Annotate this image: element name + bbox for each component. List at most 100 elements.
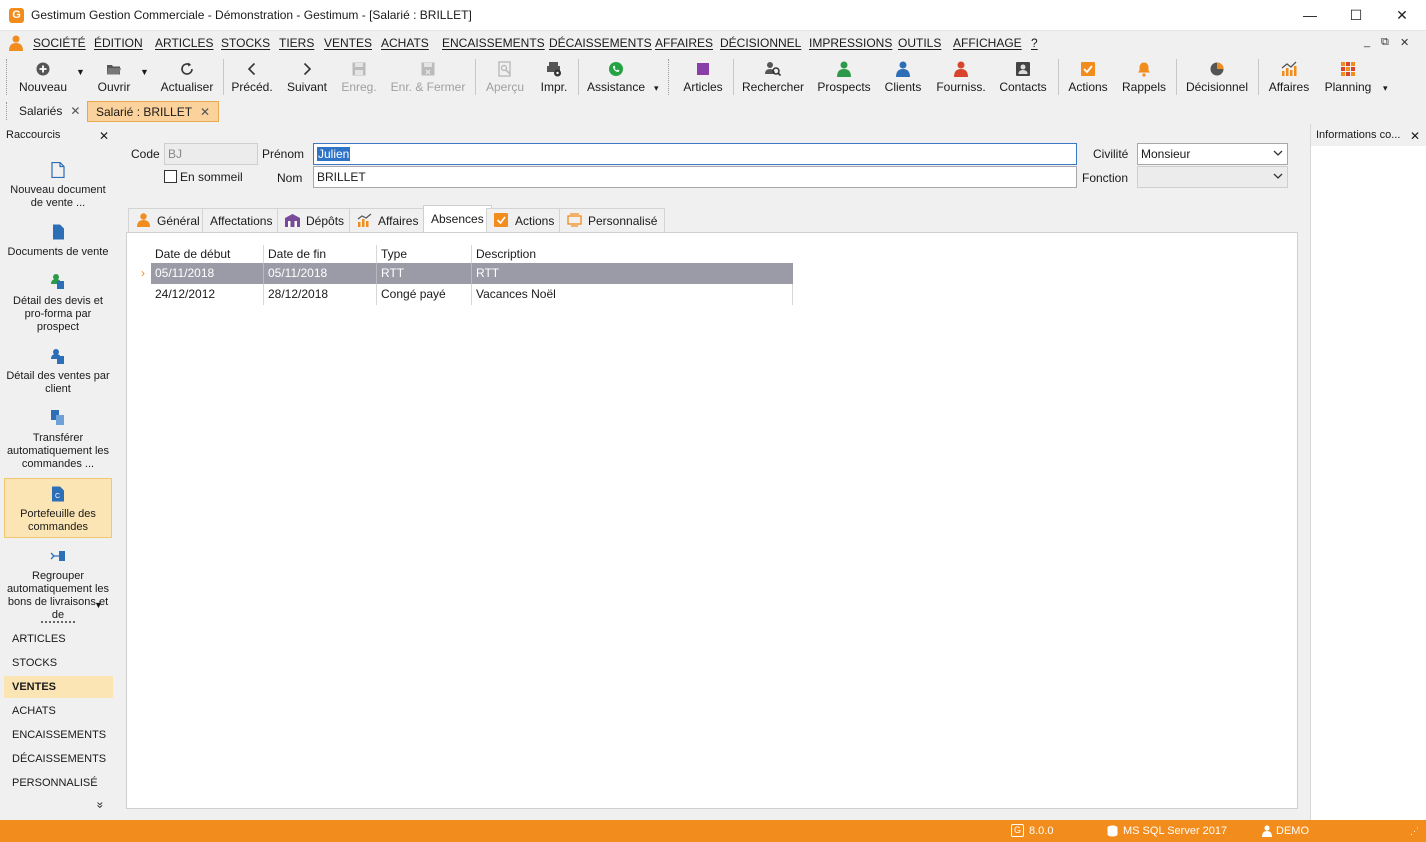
cell-date-debut[interactable]: 05/11/2018 xyxy=(151,263,264,284)
minimize-button[interactable]: — xyxy=(1287,0,1333,31)
precedent-button[interactable]: Précéd. xyxy=(228,56,276,98)
category-stocks[interactable]: STOCKS xyxy=(4,652,113,674)
nom-input[interactable]: BRILLET xyxy=(313,166,1077,188)
shortcut-documents-vente[interactable]: Documents de vente xyxy=(4,224,112,259)
menu-decaissements[interactable]: DÉCAISSEMENTS xyxy=(549,36,652,50)
contacts-button[interactable]: Contacts xyxy=(995,56,1051,98)
tab-salarie-brillet[interactable]: Salarié : BRILLET ✕ xyxy=(87,101,220,122)
column-header-description[interactable]: Description xyxy=(472,245,793,263)
menu-affichage[interactable]: AFFICHAGE xyxy=(953,36,1022,50)
toolbar-grip[interactable] xyxy=(6,59,9,95)
category-articles[interactable]: ARTICLES xyxy=(4,628,113,650)
menu-impressions[interactable]: IMPRESSIONS xyxy=(809,36,892,50)
menu-help[interactable]: ? xyxy=(1031,36,1038,50)
rappels-button[interactable]: Rappels xyxy=(1118,56,1170,98)
toolbar-overflow-icon[interactable]: ▾ xyxy=(1383,83,1388,94)
close-panel-icon[interactable]: ✕ xyxy=(1410,129,1420,143)
enregistrer-button[interactable]: Enreg. xyxy=(336,56,382,98)
suivant-button[interactable]: Suivant xyxy=(283,56,331,98)
toolbar-grip[interactable] xyxy=(668,59,671,95)
civilite-select[interactable]: Monsieur xyxy=(1137,143,1288,165)
prenom-input[interactable]: Julien xyxy=(313,143,1077,165)
fonction-select[interactable] xyxy=(1137,166,1288,188)
mdi-close-button[interactable]: ✕ xyxy=(1400,36,1409,49)
scroll-down-arrow-icon[interactable]: ▼ xyxy=(94,600,103,610)
menu-ventes[interactable]: VENTES xyxy=(324,36,372,50)
close-tab-icon[interactable]: ✕ xyxy=(70,104,80,118)
fournisseurs-button[interactable]: Fourniss. xyxy=(932,56,990,98)
category-decaissements[interactable]: DÉCAISSEMENTS xyxy=(4,748,113,770)
clients-button[interactable]: Clients xyxy=(880,56,926,98)
shortcut-detail-devis-proforma[interactable]: Détail des devis et pro-forma par prospe… xyxy=(4,273,112,334)
tab-salaries[interactable]: Salariés ✕ xyxy=(11,101,88,122)
ouvrir-dropdown-arrow-icon[interactable]: ▼ xyxy=(140,67,149,77)
menu-bar: SOCIÉTÉ ÉDITION ARTICLES STOCKS TIERS VE… xyxy=(0,31,1426,55)
planning-button[interactable]: Planning xyxy=(1320,56,1376,98)
shortcut-portefeuille-commandes[interactable]: C Portefeuille des commandes xyxy=(4,478,112,538)
cell-date-fin[interactable]: 28/12/2018 xyxy=(264,284,377,305)
tab-affectations[interactable]: Affectations xyxy=(202,208,281,232)
enregistrer-fermer-button[interactable]: Enr. & Fermer xyxy=(386,56,470,98)
category-ventes[interactable]: VENTES xyxy=(4,676,113,698)
apercu-button[interactable]: Aperçu xyxy=(480,56,530,98)
cell-description[interactable]: Vacances Noël xyxy=(472,284,793,305)
imprimer-button[interactable]: Impr. xyxy=(535,56,573,98)
mdi-restore-button[interactable]: ⧉ xyxy=(1381,36,1389,49)
menu-decisionnel[interactable]: DÉCISIONNEL xyxy=(720,36,801,50)
close-button[interactable]: ✕ xyxy=(1379,0,1425,31)
menu-achats[interactable]: ACHATS xyxy=(381,36,429,50)
category-encaissements[interactable]: ENCAISSEMENTS xyxy=(4,724,113,746)
menu-outils[interactable]: OUTILS xyxy=(898,36,941,50)
table-row[interactable]: 24/12/2012 28/12/2018 Congé payé Vacance… xyxy=(139,284,793,305)
affaires-button[interactable]: Affaires xyxy=(1263,56,1315,98)
category-personnalise[interactable]: PERSONNALISÉ xyxy=(4,772,113,794)
panel-splitter[interactable] xyxy=(41,621,75,623)
table-row[interactable]: › 05/11/2018 05/11/2018 RTT RTT xyxy=(139,263,793,284)
tab-actions[interactable]: Actions xyxy=(486,208,563,232)
menu-tiers[interactable]: TIERS xyxy=(279,36,314,50)
decisionnel-button[interactable]: Décisionnel xyxy=(1181,56,1253,98)
cell-date-fin[interactable]: 05/11/2018 xyxy=(264,263,377,284)
cell-description[interactable]: RTT xyxy=(472,263,793,284)
menu-encaissements[interactable]: ENCAISSEMENTS xyxy=(442,36,545,50)
code-field[interactable]: BJ xyxy=(164,143,258,165)
cell-type[interactable]: RTT xyxy=(377,263,472,284)
nouveau-button[interactable]: Nouveau xyxy=(14,56,72,98)
shortcut-detail-ventes-client[interactable]: Détail des ventes par client xyxy=(4,348,112,396)
row-indicator-icon: › xyxy=(141,266,145,280)
tab-affaires[interactable]: Affaires xyxy=(349,208,427,232)
shortcut-transferer-commandes[interactable]: Transférer automatiquement les commandes… xyxy=(4,410,112,471)
toolbar-overflow-icon[interactable]: ▾ xyxy=(654,83,659,94)
cell-date-debut[interactable]: 24/12/2012 xyxy=(151,284,264,305)
more-categories-icon[interactable]: » xyxy=(93,802,107,809)
tab-absences[interactable]: Absences xyxy=(423,205,492,233)
resize-grip-icon[interactable]: ⋰ xyxy=(1410,826,1419,837)
mdi-minimize-button[interactable]: _ xyxy=(1364,36,1370,48)
nouveau-dropdown-arrow-icon[interactable]: ▼ xyxy=(76,67,85,77)
ouvrir-button[interactable]: Ouvrir xyxy=(92,56,136,98)
menu-stocks[interactable]: STOCKS xyxy=(221,36,270,50)
tab-depots[interactable]: Dépôts xyxy=(277,208,353,232)
cell-type[interactable]: Congé payé xyxy=(377,284,472,305)
articles-button[interactable]: Articles xyxy=(677,56,729,98)
column-header-date-debut[interactable]: Date de début xyxy=(151,245,264,263)
shortcut-nouveau-document-vente[interactable]: Nouveau document de vente ... xyxy=(4,162,112,210)
menu-articles[interactable]: ARTICLES xyxy=(155,36,213,50)
menu-societe[interactable]: SOCIÉTÉ xyxy=(33,36,86,50)
actions-button[interactable]: Actions xyxy=(1063,56,1113,98)
menu-edition[interactable]: ÉDITION xyxy=(94,36,143,50)
prospects-button[interactable]: Prospects xyxy=(813,56,875,98)
close-panel-icon[interactable]: ✕ xyxy=(99,129,109,143)
menu-affaires[interactable]: AFFAIRES xyxy=(655,36,713,50)
close-tab-icon[interactable]: ✕ xyxy=(200,105,210,119)
tab-personnalise[interactable]: Personnalisé xyxy=(559,208,666,232)
maximize-button[interactable]: ☐ xyxy=(1333,0,1379,31)
assistance-button[interactable]: Assistance xyxy=(584,56,648,98)
column-header-date-fin[interactable]: Date de fin xyxy=(264,245,377,263)
category-achats[interactable]: ACHATS xyxy=(4,700,113,722)
rechercher-button[interactable]: Rechercher xyxy=(738,56,808,98)
column-header-type[interactable]: Type xyxy=(377,245,472,263)
en-sommeil-checkbox[interactable] xyxy=(164,170,177,183)
tab-general[interactable]: Général xyxy=(128,208,208,232)
actualiser-button[interactable]: Actualiser xyxy=(156,56,218,98)
